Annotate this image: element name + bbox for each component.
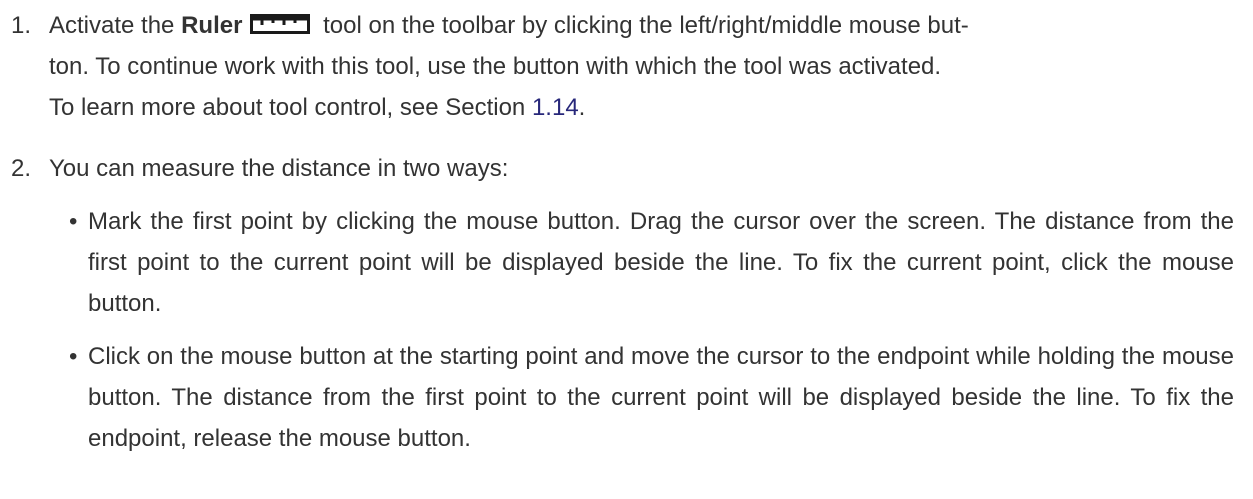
list-item: • Click on the mouse button at the start… bbox=[49, 336, 1234, 459]
list-item: • Mark the first point by clicking the m… bbox=[49, 201, 1234, 324]
list-item-text: Mark the first point by clicking the mou… bbox=[88, 208, 1234, 317]
step-1-line-1: Activate the Ruler tool on the toolbar b… bbox=[49, 5, 1234, 46]
step-2: 2. You can measure the distance in two w… bbox=[0, 148, 1234, 459]
step-1-line-3: To learn more about tool control, see Se… bbox=[49, 87, 1234, 128]
bullet-mark: • bbox=[69, 208, 78, 235]
ruler-icon bbox=[250, 14, 311, 34]
list-item-text: Click on the mouse button at the startin… bbox=[88, 343, 1234, 452]
step-1-line-2: ton. To continue work with this tool, us… bbox=[49, 53, 942, 80]
step-2-number: 2. bbox=[11, 155, 32, 182]
step-1-text-before: Activate the bbox=[49, 12, 182, 39]
section-1-14-link[interactable]: 1.14 bbox=[532, 94, 579, 121]
step-1: 1. Activate the Ruler tool on the toolba… bbox=[0, 5, 1234, 128]
step-1-text-after: tool on the toolbar by clicking the left… bbox=[316, 12, 969, 39]
step-1-line-3-before: To learn more about tool control, see Se… bbox=[49, 94, 532, 121]
bullet-mark: • bbox=[69, 343, 78, 370]
step-1-number: 1. bbox=[11, 12, 32, 39]
step-2-intro: You can measure the distance in two ways… bbox=[49, 155, 509, 182]
step-1-paragraph: Activate the Ruler tool on the toolbar b… bbox=[49, 5, 1234, 128]
instructions-document: 1. Activate the Ruler tool on the toolba… bbox=[0, 0, 1253, 471]
step-1-line-3-after: . bbox=[578, 94, 586, 121]
ruler-tool-name: Ruler bbox=[181, 12, 243, 39]
measure-methods-list: • Mark the first point by clicking the m… bbox=[49, 201, 1234, 459]
